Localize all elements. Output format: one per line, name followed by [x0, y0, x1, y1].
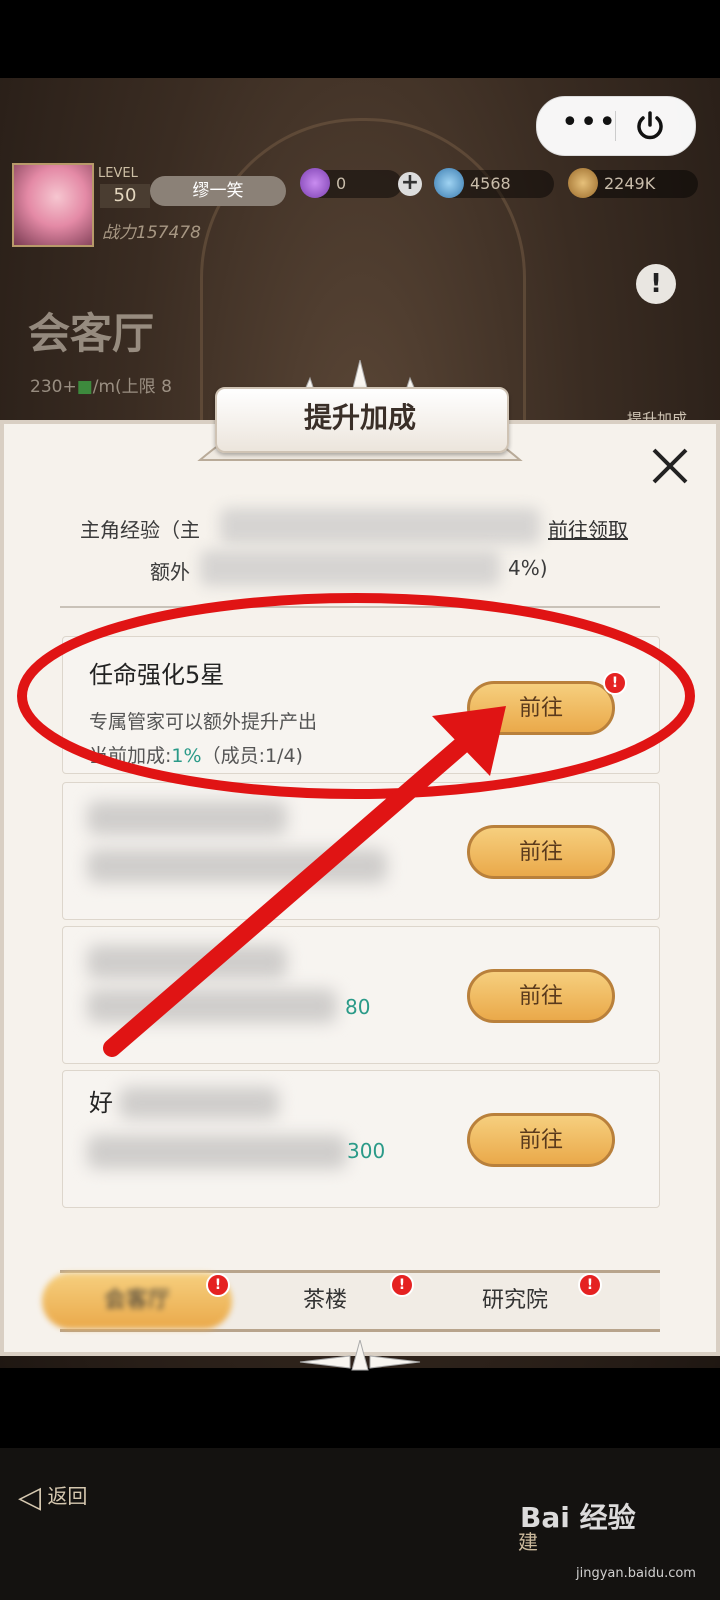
tab-reception-hall[interactable]: 会客厅: [42, 1273, 232, 1329]
level-value: 50: [100, 184, 150, 208]
gold-value: 2249K: [604, 174, 656, 193]
gems-counter: 0: [300, 168, 402, 198]
blurred-region: [200, 550, 500, 586]
rate-members: （成员:1/4): [201, 745, 303, 767]
room-tabs: 会客厅 ! 茶楼 ! 研究院 !: [42, 1270, 660, 1332]
gem-icon: [300, 168, 330, 198]
add-gems-button[interactable]: +: [398, 172, 422, 196]
modal-title: 提升加成: [303, 401, 416, 434]
alert-icon[interactable]: !: [636, 264, 676, 304]
boost-card: 任命强化5星 专属管家可以额外提升产出 当前加成:1%（成员:1/4) 前往 !: [62, 636, 660, 774]
gold-coin-icon: [568, 168, 598, 198]
crystal-icon: [434, 168, 464, 198]
room-output-rate: 230+■/m(上限 8: [30, 377, 172, 397]
rate-percent: 1%: [171, 745, 202, 767]
extra-line-suffix: 4%): [508, 556, 548, 580]
extra-line-prefix: 额外: [150, 560, 190, 584]
card-value-tail: 80: [345, 995, 371, 1019]
notification-dot: !: [603, 671, 627, 695]
gold-counter: 2249K: [568, 168, 698, 198]
blurred-region: [220, 508, 540, 544]
boost-side-button[interactable]: 提升加成: [612, 350, 702, 429]
card-title: 任命强化5星: [89, 661, 225, 689]
tab-teahouse[interactable]: 茶楼: [270, 1273, 380, 1329]
bottom-ornament: [299, 1340, 421, 1371]
baidu-watermark: Bai 经验: [520, 1501, 636, 1534]
rate-suffix: /m(上限 8: [92, 377, 172, 397]
claim-link[interactable]: 前往领取: [548, 514, 628, 543]
power-icon[interactable]: [633, 109, 667, 143]
boost-card: 前往: [62, 782, 660, 920]
goto-button[interactable]: 前往: [467, 681, 615, 735]
divider: [60, 606, 660, 608]
watermark-url: jingyan.baidu.com: [576, 1566, 696, 1581]
level-label: LEVEL: [98, 166, 138, 181]
back-label: 返回: [47, 1484, 88, 1508]
notification-dot: !: [390, 1273, 414, 1297]
notification-dot: !: [206, 1273, 230, 1297]
rate-prefix: 230+: [30, 377, 77, 397]
boost-card: 80 前往: [62, 926, 660, 1064]
player-avatar[interactable]: [12, 163, 94, 247]
room-title: 会客厅: [28, 309, 155, 358]
card-description: 专属管家可以额外提升产出: [89, 711, 318, 733]
crystals-value: 4568: [470, 174, 511, 193]
rate-label: 当前加成:: [89, 745, 172, 767]
exp-line-prefix: 主角经验（主: [80, 518, 200, 542]
tab-research-institute[interactable]: 研究院: [460, 1273, 570, 1329]
goto-button[interactable]: 前往: [467, 825, 615, 879]
back-button[interactable]: ◁ 返回: [18, 1480, 87, 1515]
gems-value: 0: [336, 174, 347, 193]
miniprogram-capsule: •••: [536, 96, 696, 156]
close-icon[interactable]: [648, 444, 692, 488]
notification-dot: !: [578, 1273, 602, 1297]
goto-button[interactable]: 前往: [467, 969, 615, 1023]
player-name: 缪一笑: [150, 176, 286, 206]
card-rate: 当前加成:1%（成员:1/4): [89, 741, 303, 768]
combat-power: 战力157478: [102, 223, 201, 243]
card-title: 好: [89, 1089, 113, 1117]
back-arrow-icon: ◁: [18, 1480, 42, 1515]
goto-button[interactable]: 前往: [467, 1113, 615, 1167]
card-value-tail: 300: [347, 1139, 386, 1163]
more-menu-icon[interactable]: •••: [561, 108, 616, 141]
crystals-counter: 4568: [434, 168, 554, 198]
boost-card: 好 300 前往: [62, 1070, 660, 1208]
